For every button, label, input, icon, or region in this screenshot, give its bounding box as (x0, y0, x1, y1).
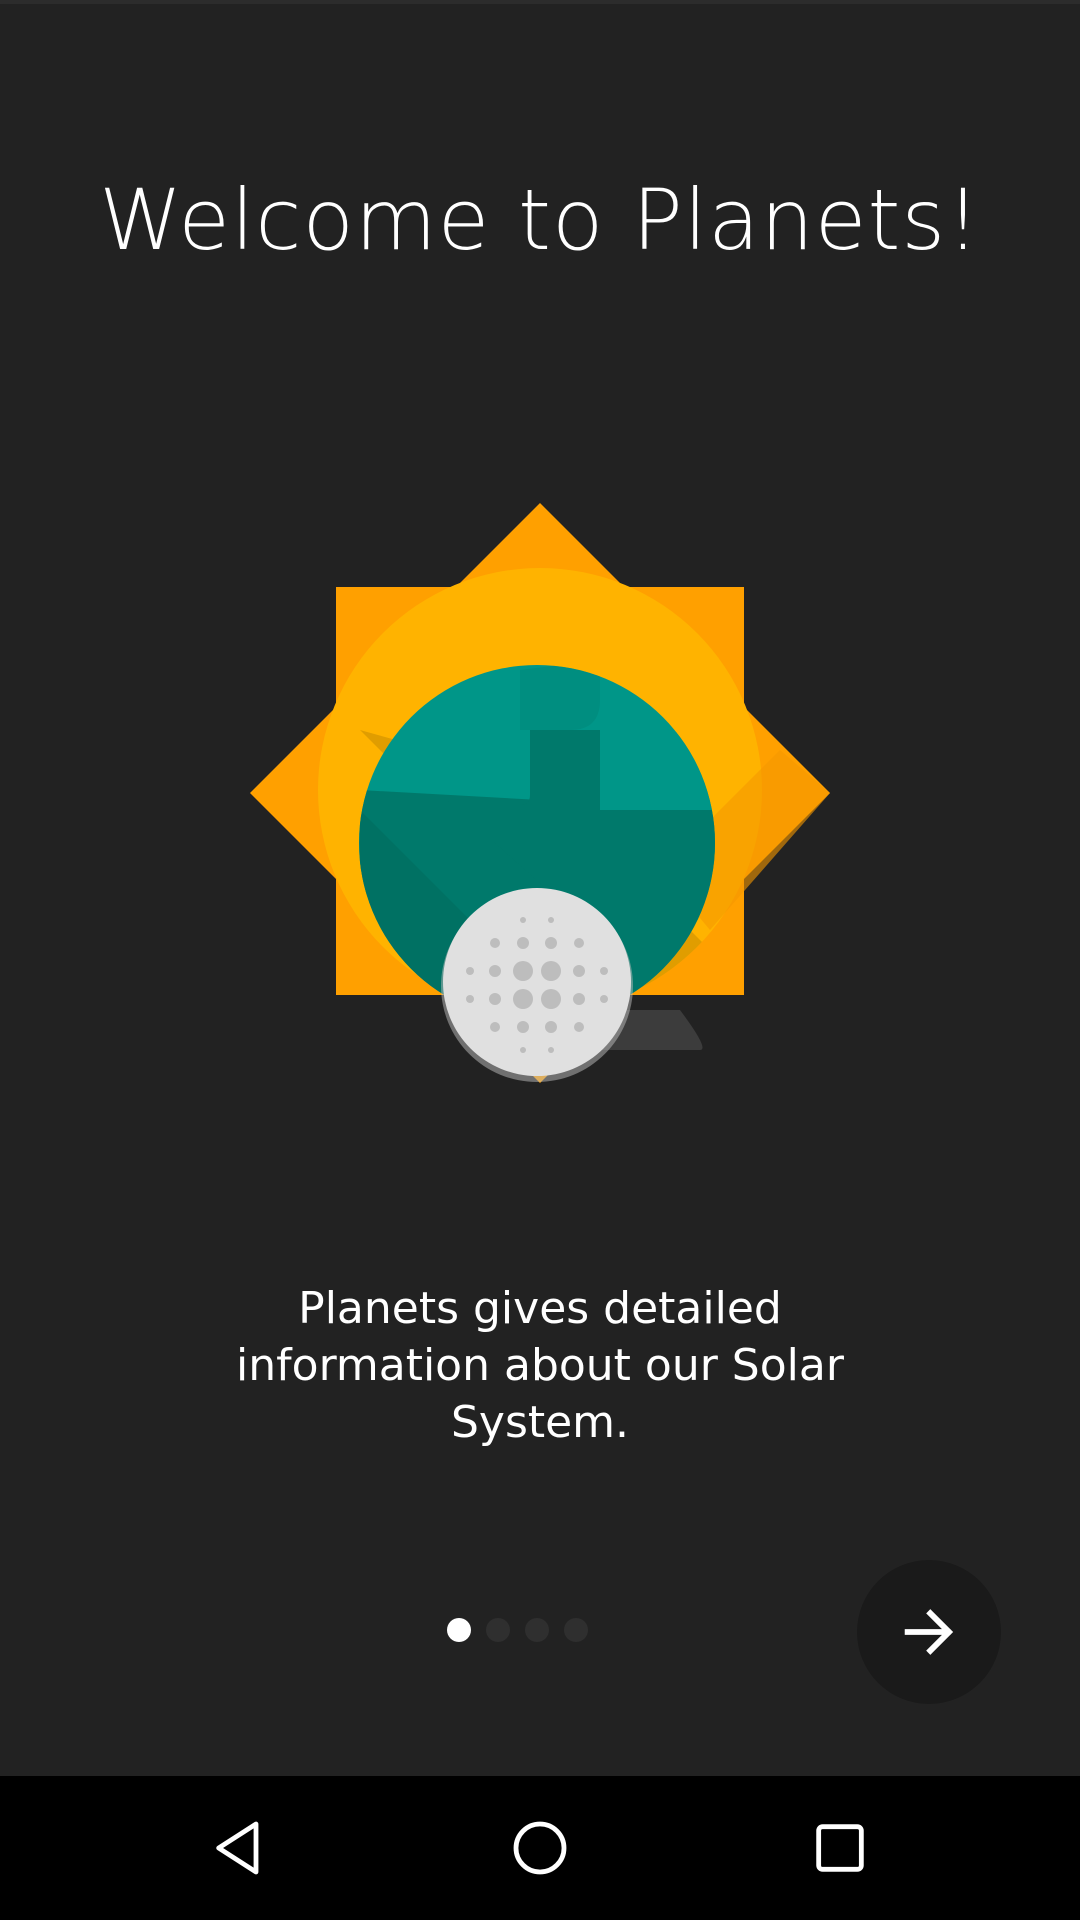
planets-logo-icon (250, 503, 830, 1083)
nav-home-button[interactable] (500, 1808, 580, 1888)
status-bar (0, 0, 1080, 4)
nav-back-button[interactable] (200, 1808, 280, 1888)
arrow-forward-icon (904, 1609, 954, 1655)
next-button[interactable] (857, 1560, 1001, 1704)
nav-recents-icon (816, 1824, 864, 1872)
page-indicator (447, 1617, 603, 1643)
nav-home-icon (513, 1821, 567, 1875)
page-dot-3[interactable] (525, 1618, 549, 1642)
planets-illustration (240, 490, 840, 1090)
page-dot-4[interactable] (564, 1618, 588, 1642)
system-navigation-bar (0, 1776, 1080, 1920)
onboarding-screen: Welcome to Planets! Planets gives detail… (0, 0, 1080, 1920)
page-title: Welcome to Planets! (99, 171, 981, 269)
page-dot-2[interactable] (486, 1618, 510, 1642)
moon-icon (441, 888, 633, 1082)
nav-back-icon (216, 1821, 259, 1875)
nav-recents-button[interactable] (800, 1808, 880, 1888)
intro-description: Planets gives detailed information about… (236, 1283, 844, 1448)
page-dot-1[interactable] (447, 1618, 471, 1642)
